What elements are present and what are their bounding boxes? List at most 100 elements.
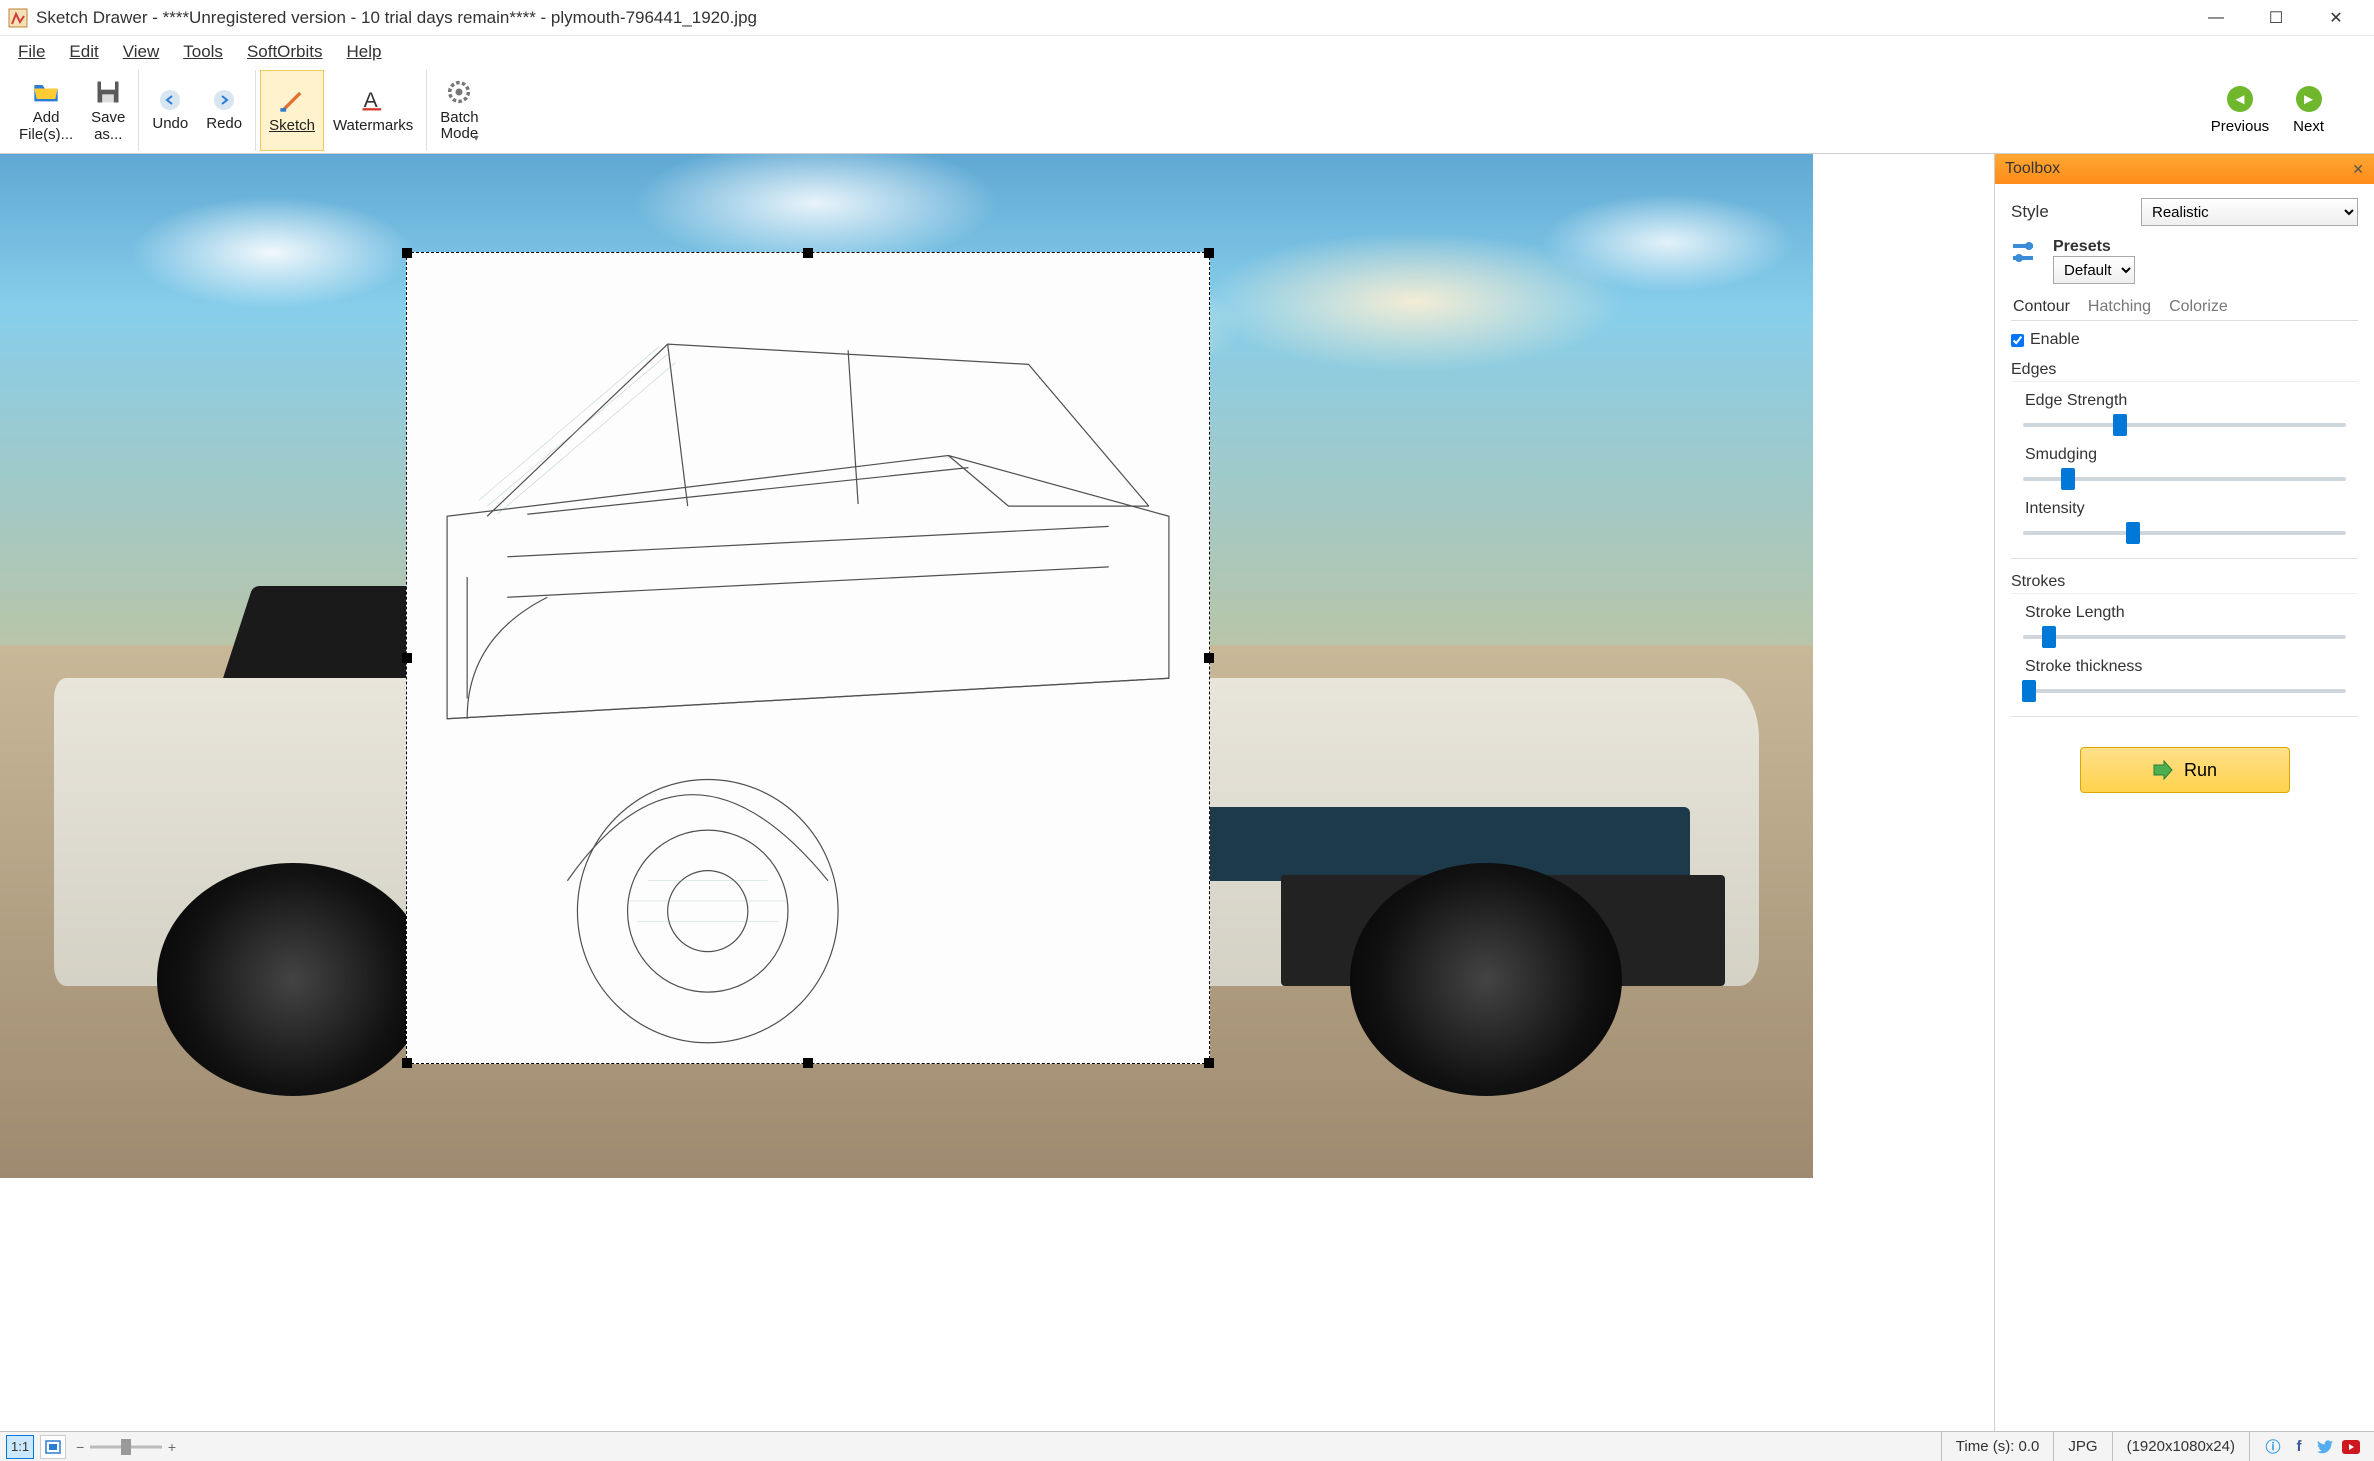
twitter-icon[interactable]	[2316, 1438, 2334, 1456]
toolbar-group-batch: Batch Mode ▾	[427, 70, 491, 151]
window-title: Sketch Drawer - ****Unregistered version…	[36, 8, 2186, 28]
stroke-length-slider[interactable]	[2023, 626, 2346, 648]
selection-box[interactable]	[406, 252, 1210, 1064]
chevron-down-icon[interactable]: ▾	[474, 133, 479, 144]
watermarks-label: Watermarks	[333, 118, 413, 135]
toolbox-body: Style Realistic Presets Default	[1995, 184, 2374, 1431]
zoom-in-icon[interactable]: +	[168, 1439, 176, 1455]
watermarks-button[interactable]: A Watermarks	[324, 70, 422, 151]
enable-checkbox[interactable]	[2011, 334, 2024, 347]
intensity-slider[interactable]	[2023, 522, 2346, 544]
previous-button[interactable]: ◄ Previous	[2205, 70, 2275, 151]
next-button[interactable]: ► Next	[2287, 70, 2330, 151]
selection-handle[interactable]	[402, 248, 412, 258]
smudging-label: Smudging	[2025, 446, 2358, 464]
undo-label: Undo	[152, 116, 188, 133]
image-preview	[0, 154, 1813, 1178]
presets-icon	[2011, 238, 2043, 270]
menu-help[interactable]: Help	[337, 38, 392, 66]
youtube-icon[interactable]	[2342, 1438, 2360, 1456]
divider	[2011, 558, 2358, 559]
window-controls: — ☐ ✕	[2186, 2, 2366, 34]
toolbox-tabs: Contour Hatching Colorize	[2011, 294, 2358, 321]
status-format: JPG	[2053, 1432, 2111, 1461]
add-files-button[interactable]: Add File(s)...	[10, 70, 82, 151]
menu-tools[interactable]: Tools	[173, 38, 233, 66]
intensity-label: Intensity	[2025, 500, 2358, 518]
stroke-length-label: Stroke Length	[2025, 604, 2358, 622]
edge-strength-label: Edge Strength	[2025, 392, 2358, 410]
selection-handle[interactable]	[1204, 1058, 1214, 1068]
selection-handle[interactable]	[803, 1058, 813, 1068]
sketch-button[interactable]: Sketch	[260, 70, 324, 151]
smudging-slider[interactable]	[2023, 468, 2346, 490]
minimize-button[interactable]: —	[2186, 2, 2246, 34]
zoom-slider[interactable]: − +	[76, 1436, 176, 1458]
edges-section-label: Edges	[2011, 361, 2358, 382]
presets-row: Presets Default	[2011, 238, 2358, 284]
enable-checkbox-row[interactable]: Enable	[2011, 331, 2358, 349]
statusbar-left: 1:1 − +	[0, 1435, 186, 1459]
style-select[interactable]: Realistic	[2141, 198, 2358, 226]
statusbar: 1:1 − + Time (s): 0.0 JPG (1920x1080x24)…	[0, 1431, 2374, 1461]
folder-open-icon	[32, 78, 60, 106]
redo-label: Redo	[206, 116, 242, 133]
menu-edit[interactable]: Edit	[59, 38, 108, 66]
presets-select[interactable]: Default	[2053, 256, 2135, 284]
save-as-label: Save as...	[91, 110, 125, 143]
toolbox-header[interactable]: Toolbox ✕	[1995, 154, 2374, 184]
canvas-area[interactable]	[0, 154, 1994, 1431]
selection-handle[interactable]	[803, 248, 813, 258]
batch-mode-button[interactable]: Batch Mode ▾	[431, 70, 487, 151]
fit-button[interactable]	[40, 1435, 66, 1459]
close-button[interactable]: ✕	[2306, 2, 2366, 34]
zoom-out-icon[interactable]: −	[76, 1439, 84, 1455]
edge-strength-slider[interactable]	[2023, 414, 2346, 436]
sketch-icon	[278, 86, 306, 114]
facebook-icon[interactable]: f	[2290, 1438, 2308, 1456]
menu-view[interactable]: View	[113, 38, 170, 66]
next-label: Next	[2293, 118, 2324, 135]
toolbox-close-icon[interactable]: ✕	[2352, 161, 2364, 178]
selection-handle[interactable]	[1204, 653, 1214, 663]
car-hood	[1179, 807, 1690, 881]
statusbar-right: Time (s): 0.0 JPG (1920x1080x24) ⓘ f	[1941, 1432, 2374, 1461]
status-dimensions: (1920x1080x24)	[2112, 1432, 2249, 1461]
undo-icon	[158, 88, 182, 112]
maximize-button[interactable]: ☐	[2246, 2, 2306, 34]
selection-handle[interactable]	[1204, 248, 1214, 258]
undo-button[interactable]: Undo	[143, 70, 197, 151]
toolbar-group-tools: Sketch A Watermarks	[256, 70, 427, 151]
car-wheel-front	[1350, 863, 1623, 1096]
zoom-1to1-button[interactable]: 1:1	[6, 1435, 34, 1459]
selection-handle[interactable]	[402, 653, 412, 663]
watermark-icon: A	[359, 86, 387, 114]
info-icon[interactable]: ⓘ	[2264, 1438, 2282, 1456]
app-icon	[8, 8, 28, 28]
enable-label: Enable	[2030, 331, 2080, 349]
sketch-label: Sketch	[269, 118, 315, 135]
redo-icon	[212, 88, 236, 112]
arrow-right-icon: ►	[2296, 86, 2322, 112]
run-arrow-icon	[2152, 759, 2174, 781]
stroke-thickness-slider[interactable]	[2023, 680, 2346, 702]
save-as-button[interactable]: Save as...	[82, 70, 134, 151]
add-files-label: Add File(s)...	[19, 110, 73, 143]
app-window: Sketch Drawer - ****Unregistered version…	[0, 0, 2374, 1461]
strokes-section-label: Strokes	[2011, 573, 2358, 594]
menu-softorbits[interactable]: SoftOrbits	[237, 38, 333, 66]
status-time: Time (s): 0.0	[1941, 1432, 2054, 1461]
redo-button[interactable]: Redo	[197, 70, 251, 151]
menu-file[interactable]: File	[8, 38, 55, 66]
tab-colorize[interactable]: Colorize	[2167, 294, 2230, 320]
status-social-icons: ⓘ f	[2249, 1432, 2374, 1461]
car-wheel-rear	[157, 863, 430, 1096]
toolbox-title: Toolbox	[2005, 160, 2060, 178]
tab-hatching[interactable]: Hatching	[2086, 294, 2153, 320]
main-area: Toolbox ✕ Style Realistic Presets	[0, 154, 2374, 1431]
tab-contour[interactable]: Contour	[2011, 294, 2072, 320]
selection-handle[interactable]	[402, 1058, 412, 1068]
sketch-preview	[407, 253, 1209, 1063]
run-button[interactable]: Run	[2080, 747, 2290, 793]
presets-label: Presets	[2053, 238, 2358, 256]
